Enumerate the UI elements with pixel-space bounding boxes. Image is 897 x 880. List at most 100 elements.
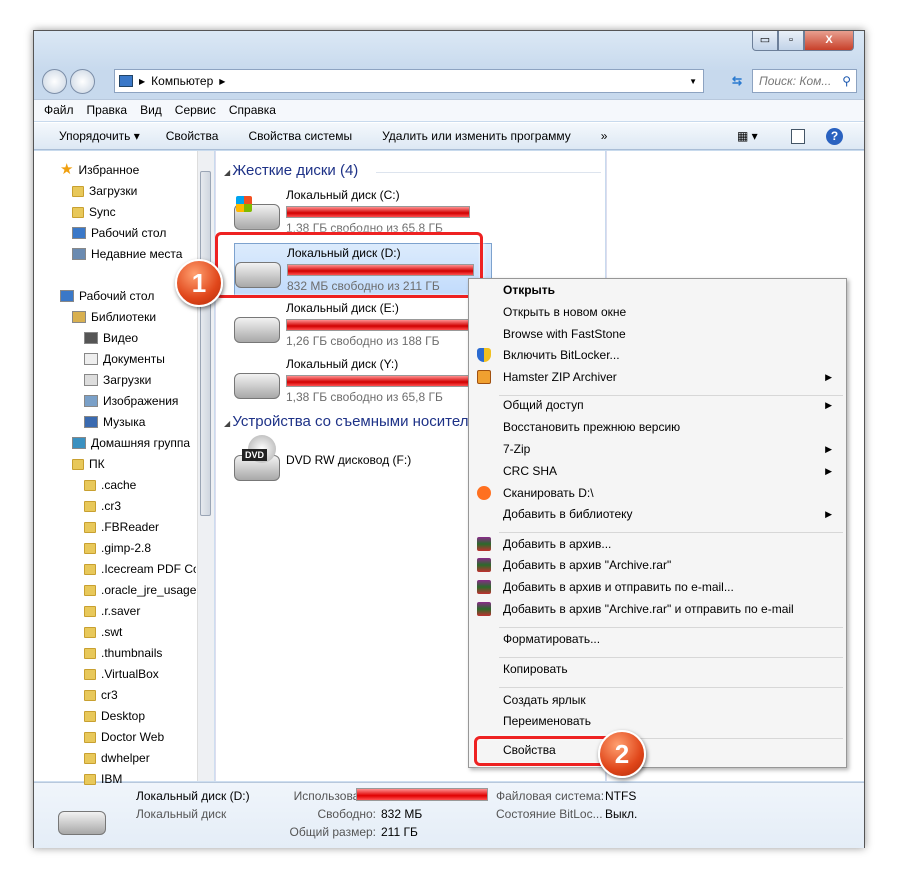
- winrar-icon: [477, 580, 491, 594]
- sidebar-item[interactable]: .cr3: [84, 496, 121, 516]
- drive-item[interactable]: Локальный диск (E:) 1,26 ГБ свободно из 1…: [234, 299, 492, 353]
- context-menu-item[interactable]: Восстановить прежнюю версию: [471, 417, 844, 438]
- context-menu-item[interactable]: Hamster ZIP Archiver ▶: [471, 367, 844, 388]
- menu-item-label: CRC SHA: [503, 464, 558, 478]
- minimize-button[interactable]: ▭: [752, 31, 778, 51]
- dvd-label: DVD: [242, 449, 268, 461]
- context-menu-item[interactable]: Копировать: [471, 659, 844, 680]
- context-menu-item[interactable]: Включить BitLocker...: [471, 345, 844, 366]
- maximize-button[interactable]: ▫: [778, 31, 804, 51]
- sidebar-item[interactable]: dwhelper: [84, 748, 150, 768]
- sidebar-item[interactable]: cr3: [84, 685, 118, 705]
- sidebar-item[interactable]: Домашняя группа: [72, 433, 190, 453]
- sidebar-item[interactable]: .cache: [84, 475, 136, 495]
- sidebar-item[interactable]: Doctor Web: [84, 727, 164, 747]
- properties-button[interactable]: Свойства: [166, 129, 219, 143]
- sidebar-item[interactable]: IBM: [84, 769, 122, 786]
- context-menu-item[interactable]: Создать ярлык: [471, 690, 844, 711]
- uninstall-program-button[interactable]: Удалить или изменить программу: [382, 129, 571, 143]
- context-menu-item[interactable]: Сканировать D:\: [471, 483, 844, 504]
- sidebar-item[interactable]: .oracle_jre_usage: [84, 580, 196, 600]
- sidebar-item[interactable]: .gimp-2.8: [84, 538, 151, 558]
- back-button[interactable]: [42, 69, 67, 94]
- menu-view[interactable]: Вид: [140, 103, 162, 118]
- desktop-icon: [72, 227, 86, 239]
- help-icon[interactable]: ?: [826, 128, 843, 145]
- menu-tools[interactable]: Сервис: [175, 103, 216, 118]
- group-hard-drives[interactable]: ◢ Жесткие диски (4): [224, 162, 358, 179]
- sidebar-item-label: Избранное: [78, 163, 140, 177]
- refresh-icon[interactable]: ⇆: [726, 69, 748, 93]
- context-menu-item[interactable]: Добавить в архив "Archive.rar": [471, 555, 844, 576]
- more-commands-button[interactable]: »: [601, 129, 608, 143]
- address-bar[interactable]: ▶ Компьютер ▶ ▼: [114, 69, 704, 93]
- context-menu-item[interactable]: Добавить в архив "Archive.rar" и отправи…: [471, 599, 844, 620]
- menu-item-label: Hamster ZIP Archiver: [503, 370, 617, 384]
- context-menu-item[interactable]: CRC SHA ▶: [471, 461, 844, 482]
- sidebar-item[interactable]: Изображения: [84, 391, 178, 411]
- winrar-icon: [477, 558, 491, 572]
- group-removable[interactable]: ◢ Устройства со съемными носител: [224, 413, 468, 430]
- sidebar-item-label: .cache: [101, 478, 137, 492]
- sidebar-item-label: Рабочий стол: [79, 289, 155, 303]
- close-button[interactable]: X: [804, 31, 854, 51]
- video-icon: [84, 332, 98, 344]
- menu-bar: Файл Правка Вид Сервис Справка: [34, 99, 864, 121]
- address-dropdown-icon[interactable]: ▼: [689, 77, 697, 86]
- context-menu-item[interactable]: Добавить в архив...: [471, 534, 844, 555]
- view-options-icon[interactable]: ▦ ▾: [737, 129, 758, 143]
- sidebar-item-label: Desktop: [101, 709, 146, 723]
- scrollbar-thumb[interactable]: [200, 171, 211, 516]
- menu-item-label: Открыть: [503, 283, 556, 297]
- context-menu-item[interactable]: Открыть: [471, 280, 844, 301]
- menu-item-label: Восстановить прежнюю версию: [503, 420, 681, 434]
- context-menu-item[interactable]: Добавить в архив и отправить по e-mail..…: [471, 577, 844, 598]
- sidebar-item[interactable]: Музыка: [84, 412, 145, 432]
- sidebar-item-label: IBM: [101, 772, 123, 786]
- context-menu-item[interactable]: Общий доступ ▶: [471, 395, 844, 416]
- sidebar-item[interactable]: Библиотеки: [72, 307, 156, 327]
- sidebar-item[interactable]: Видео: [84, 328, 138, 348]
- sidebar-item[interactable]: Загрузки: [72, 181, 137, 201]
- menu-help[interactable]: Справка: [229, 103, 276, 118]
- sidebar-item[interactable]: .VirtualBox: [84, 664, 159, 684]
- step-badge-2: 2: [598, 730, 646, 778]
- sidebar-item[interactable]: Sync: [72, 202, 116, 222]
- context-menu-item[interactable]: Переименовать: [471, 711, 844, 732]
- drive-usage-bar: [286, 375, 471, 387]
- search-input[interactable]: Поиск: Ком... ⚲: [752, 69, 857, 93]
- drive-item[interactable]: Локальный диск (Y:) 1,38 ГБ свободно из 6…: [234, 355, 492, 409]
- sidebar-item[interactable]: Документы: [84, 349, 165, 369]
- sidebar-item[interactable]: ★ Избранное: [60, 160, 139, 180]
- sidebar-item-label: Домашняя группа: [91, 436, 191, 450]
- sidebar-item[interactable]: Рабочий стол: [72, 223, 166, 243]
- context-menu-item[interactable]: Добавить в библиотеку ▶: [471, 504, 844, 525]
- sidebar-item[interactable]: Загрузки: [84, 370, 151, 390]
- system-properties-button[interactable]: Свойства системы: [248, 129, 352, 143]
- sidebar-item[interactable]: .FBReader: [84, 517, 159, 537]
- avast-icon: [477, 486, 491, 500]
- context-menu-item[interactable]: Browse with FastStone: [471, 324, 844, 345]
- menu-item-label: Переименовать: [503, 714, 591, 728]
- menu-edit[interactable]: Правка: [87, 103, 128, 118]
- sidebar-item[interactable]: .thumbnails: [84, 643, 162, 663]
- drive-dvd[interactable]: DVD DVD RW дисковод (F:): [234, 433, 492, 483]
- desktop-icon: [60, 290, 74, 302]
- forward-button[interactable]: [70, 69, 95, 94]
- sidebar-item[interactable]: .swt: [84, 622, 122, 642]
- breadcrumb-computer[interactable]: Компьютер: [151, 74, 213, 88]
- sidebar-item[interactable]: .r.saver: [84, 601, 140, 621]
- sidebar-item[interactable]: Desktop: [84, 706, 145, 726]
- sidebar-item[interactable]: .Icecream PDF Co: [84, 559, 196, 579]
- menu-file[interactable]: Файл: [44, 103, 74, 118]
- sidebar-item-label: dwhelper: [101, 751, 150, 765]
- sidebar-item[interactable]: ПК: [72, 454, 105, 474]
- organize-button[interactable]: Упорядочить ▾: [59, 129, 140, 143]
- context-menu-item[interactable]: Форматировать...: [471, 629, 844, 650]
- context-menu-item[interactable]: 7-Zip ▶: [471, 439, 844, 460]
- sidebar-item[interactable]: Рабочий стол: [60, 286, 154, 306]
- highlight-drive-d: [215, 232, 483, 298]
- preview-pane-icon[interactable]: [791, 129, 805, 144]
- sidebar-item[interactable]: Недавние места: [72, 244, 182, 264]
- context-menu-item[interactable]: Открыть в новом окне: [471, 302, 844, 323]
